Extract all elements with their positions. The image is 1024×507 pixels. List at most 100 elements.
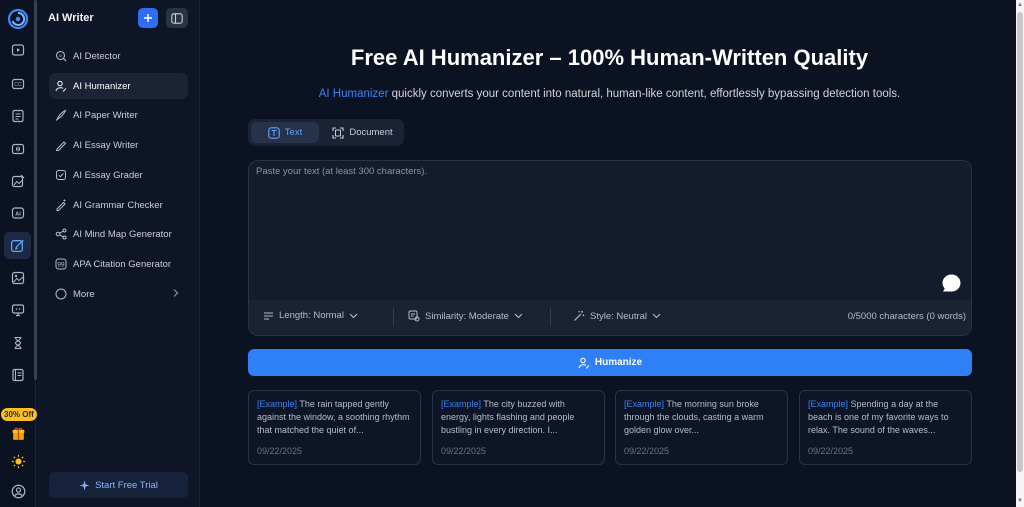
humanizer-icon (578, 357, 590, 369)
example-date: 09/22/2025 (808, 446, 854, 456)
page-subtitle: AI Humanizer quickly converts your conte… (201, 88, 1018, 100)
grade-icon (54, 168, 68, 182)
example-date: 09/22/2025 (441, 446, 487, 456)
logo-icon[interactable] (8, 9, 28, 29)
tab-label: Text (284, 127, 303, 138)
quote-icon: 99 (54, 257, 68, 271)
start-free-trial-button[interactable]: Start Free Trial (49, 472, 188, 498)
length-label: Length: Normal (279, 310, 344, 321)
hourglass-icon[interactable] (9, 334, 27, 352)
sidebar-item-label: APA Citation Generator (73, 258, 172, 270)
sidebar-item-apa-citation-generator[interactable]: 99 APA Citation Generator (49, 251, 188, 277)
chevron-down-icon (349, 313, 358, 318)
editor-options-bar: Length: Normal Similarity: Moderate Styl… (249, 300, 971, 335)
scroll-down-icon[interactable]: ▼ (1017, 498, 1023, 504)
example-text: [Example] The morning sun broke through … (624, 398, 779, 438)
page-title: Free AI Humanizer – 100% Human-Written Q… (350, 45, 869, 70)
divider (393, 308, 394, 326)
style-dropdown[interactable]: Style: Neutral (573, 310, 661, 322)
sidebar-item-ai-essay-writer[interactable]: AI Essay Writer (49, 132, 188, 158)
similarity-dropdown[interactable]: Similarity: Moderate (408, 310, 523, 322)
pencil-icon (54, 138, 68, 152)
similarity-label: Similarity: Moderate (425, 310, 509, 322)
gift-icon[interactable] (9, 424, 27, 442)
image-gallery-icon[interactable] (9, 269, 27, 287)
mind-map-icon (54, 227, 68, 241)
length-dropdown[interactable]: Length: Normal (263, 310, 358, 321)
text-input[interactable] (249, 161, 971, 299)
discount-badge[interactable]: 30% Off (1, 408, 37, 421)
subtitle-accent-link[interactable]: AI Humanizer (319, 88, 389, 100)
svg-text:99: 99 (57, 262, 65, 269)
audio-wave-icon[interactable] (9, 140, 27, 158)
sidebar-item-ai-mind-map-generator[interactable]: AI Mind Map Generator (49, 221, 188, 247)
pen-write-icon[interactable] (4, 232, 31, 259)
new-document-button[interactable] (138, 8, 158, 28)
scroll-up-icon[interactable]: ▲ (1017, 2, 1023, 8)
example-text: [Example] The rain tapped gently against… (257, 398, 412, 438)
book-icon[interactable] (9, 366, 27, 384)
humanizer-icon (54, 79, 68, 93)
video-icon[interactable] (9, 41, 27, 59)
detector-icon: AI (54, 49, 68, 63)
example-tag: [Example] (441, 399, 482, 409)
lines-icon (264, 311, 273, 320)
magic-wand-icon (574, 310, 585, 321)
ai-icon[interactable]: AI (9, 204, 27, 222)
user-icon[interactable] (9, 482, 27, 500)
example-card[interactable]: [Example] Spending a day at the beach is… (799, 390, 972, 465)
sidebar-item-ai-detector[interactable]: AI AI Detector (49, 43, 188, 69)
sidebar-item-label: AI Detector (73, 50, 121, 62)
start-free-trial-label: Start Free Trial (95, 479, 158, 491)
presentation-icon[interactable] (9, 301, 27, 319)
text-editor: Length: Normal Similarity: Moderate Styl… (248, 160, 972, 336)
style-label: Style: Neutral (590, 310, 648, 322)
page-scrollbar[interactable]: ▲ ▼ (1016, 0, 1024, 507)
toggle-sidebar-button[interactable] (166, 8, 188, 28)
example-tag: [Example] (808, 399, 849, 409)
sidebar-item-label: AI Mind Map Generator (73, 228, 172, 240)
main-content: Free AI Humanizer – 100% Human-Written Q… (201, 0, 1014, 507)
chevron-right-icon (173, 289, 179, 297)
chevron-down-icon (514, 313, 523, 319)
sidebar-title: AI Writer (48, 12, 94, 24)
sidebar-panel-icon (171, 12, 183, 24)
svg-text:AI: AI (59, 54, 62, 58)
sparkle-icon (79, 480, 90, 490)
document-upload-icon (332, 126, 344, 139)
example-card[interactable]: [Example] The rain tapped gently against… (248, 390, 421, 465)
tab-document[interactable]: Document (324, 122, 401, 143)
example-tag: [Example] (257, 399, 298, 409)
text-format-icon (268, 126, 280, 139)
sidebar-item-more[interactable]: More (49, 281, 188, 307)
grammar-icon (54, 198, 68, 212)
humanize-button[interactable]: Humanize (248, 349, 972, 376)
icon-rail: CC AI 30% Off (0, 0, 37, 507)
sun-icon[interactable] (9, 452, 27, 470)
input-mode-tabs: Text Document (248, 119, 404, 146)
sidebar-item-label: AI Paper Writer (73, 109, 138, 121)
example-card[interactable]: [Example] The city buzzed with energy, l… (432, 390, 605, 465)
document-list-icon[interactable] (9, 107, 27, 125)
scrollbar-thumb[interactable] (1017, 12, 1023, 472)
caption-icon[interactable]: CC (9, 75, 27, 93)
sidebar-item-ai-grammar-checker[interactable]: AI Grammar Checker (49, 192, 188, 218)
sidebar-item-label: AI Essay Grader (73, 169, 143, 181)
sidebar-item-ai-essay-grader[interactable]: AI Essay Grader (49, 162, 188, 188)
example-date: 09/22/2025 (624, 446, 670, 456)
svg-text:AI: AI (15, 211, 21, 217)
character-count: 0/5000 characters (0 words) (847, 311, 966, 322)
sidebar-item-ai-humanizer[interactable]: AI Humanizer (49, 73, 188, 99)
app-window: CC AI 30% Off AI Writer AI AI Detector A… (0, 0, 1024, 507)
sidebar-item-label: More (73, 288, 95, 300)
sidebar: AI Writer AI AI Detector AI Humanizer AI… (37, 0, 200, 507)
chevron-down-icon (652, 313, 661, 319)
example-date: 09/22/2025 (257, 446, 303, 456)
image-edit-icon[interactable] (9, 172, 27, 190)
tab-text[interactable]: Text (251, 122, 319, 143)
example-text: [Example] The city buzzed with energy, l… (441, 398, 596, 438)
example-card[interactable]: [Example] The morning sun broke through … (615, 390, 788, 465)
chat-bubble-icon[interactable] (941, 273, 962, 294)
similarity-icon (408, 310, 420, 322)
sidebar-item-ai-paper-writer[interactable]: AI Paper Writer (49, 102, 188, 128)
